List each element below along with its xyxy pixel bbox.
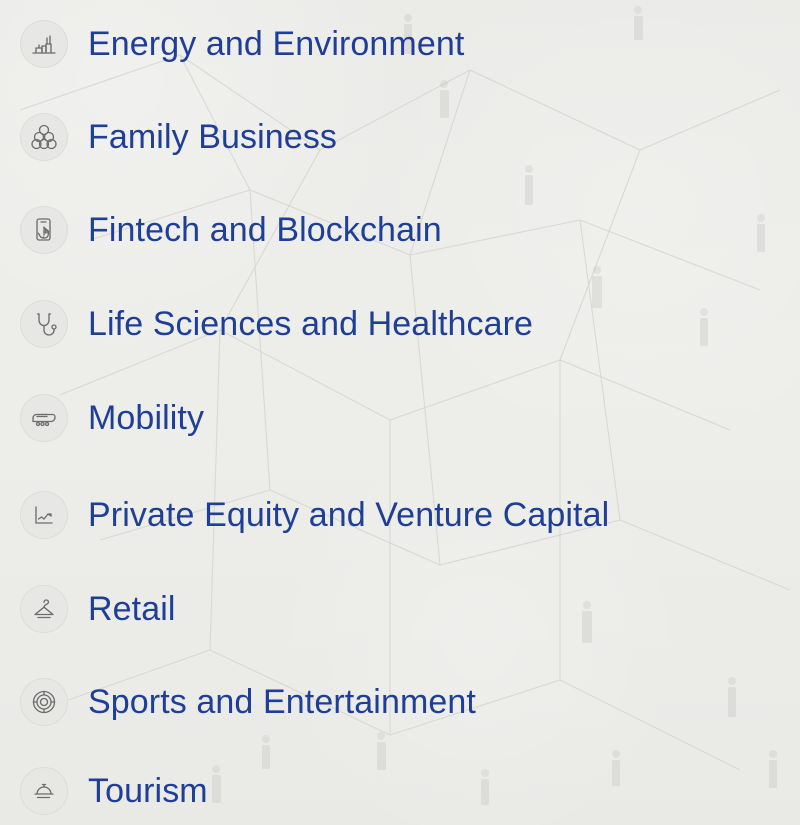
hanger-icon xyxy=(20,585,68,633)
sector-item-mobility[interactable]: Mobility xyxy=(20,384,204,452)
family-icon xyxy=(20,113,68,161)
target-icon xyxy=(20,678,68,726)
sector-label: Tourism xyxy=(88,772,208,810)
sector-label: Retail xyxy=(88,590,176,628)
sector-item-retail[interactable]: Retail xyxy=(20,575,176,643)
sector-item-sports-and-entertainment[interactable]: Sports and Entertainment xyxy=(20,668,476,736)
train-icon xyxy=(20,394,68,442)
sector-item-energy-and-environment[interactable]: Energy and Environment xyxy=(20,10,464,78)
sector-item-family-business[interactable]: Family Business xyxy=(20,103,337,171)
mobile-payment-icon xyxy=(20,206,68,254)
sector-label: Fintech and Blockchain xyxy=(88,211,442,249)
sector-label: Mobility xyxy=(88,399,205,437)
sector-label: Life Sciences and Healthcare xyxy=(88,305,534,343)
sector-item-private-equity-and-venture-capital[interactable]: Private Equity and Venture Capital xyxy=(20,481,609,549)
sector-label: Sports and Entertainment xyxy=(88,683,476,721)
service-bell-icon xyxy=(20,767,68,815)
sector-label: Energy and Environment xyxy=(88,25,465,63)
sector-item-fintech-and-blockchain[interactable]: Fintech and Blockchain xyxy=(20,196,442,264)
sector-item-life-sciences-and-healthcare[interactable]: Life Sciences and Healthcare xyxy=(20,290,533,358)
industry-icon xyxy=(20,20,68,68)
stethoscope-icon xyxy=(20,300,68,348)
sector-item-tourism[interactable]: Tourism xyxy=(20,757,208,825)
growth-chart-icon xyxy=(20,491,68,539)
sector-label: Private Equity and Venture Capital xyxy=(88,496,610,534)
sector-label: Family Business xyxy=(88,118,338,156)
sector-list: Energy and Environment Family Business F… xyxy=(0,0,800,825)
